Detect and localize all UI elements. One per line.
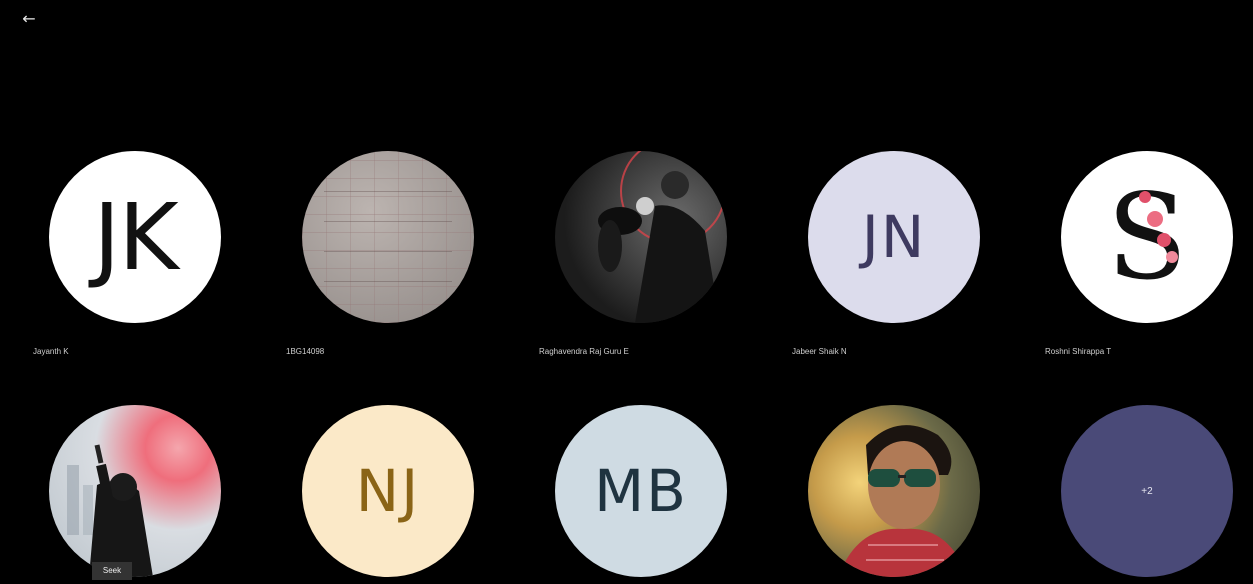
letter-s-floral-logo: S	[1106, 168, 1188, 306]
avatar-photo	[302, 151, 474, 323]
avatar-logo: S	[1061, 151, 1233, 323]
overflow-count: +2	[1141, 485, 1153, 497]
name-tag: Seek	[92, 562, 132, 580]
participant-name: Roshni Shirappa T	[1045, 347, 1112, 356]
participant-name: Jabeer Shaik N	[792, 347, 847, 356]
more-participants-avatar[interactable]: +2	[1061, 405, 1233, 577]
participant-name: Raghavendra Raj Guru E	[539, 347, 629, 356]
participant-name: 1BG14098	[286, 347, 325, 356]
avatar: NJ	[302, 405, 474, 577]
back-arrow-icon[interactable]: ←	[18, 8, 40, 30]
avatar: JN	[808, 151, 980, 323]
avatar: MB	[555, 405, 727, 577]
participant-name: Jayanth K	[33, 347, 69, 356]
avatar-initials: JN	[861, 203, 927, 271]
avatar: JK	[49, 151, 221, 323]
avatar-initials: NJ	[355, 457, 421, 525]
avatar-initials: MB	[594, 457, 688, 525]
avatar-initials: JK	[93, 183, 178, 291]
avatar-photo	[808, 405, 980, 577]
avatar-photo	[49, 405, 221, 577]
avatar-photo	[555, 151, 727, 323]
